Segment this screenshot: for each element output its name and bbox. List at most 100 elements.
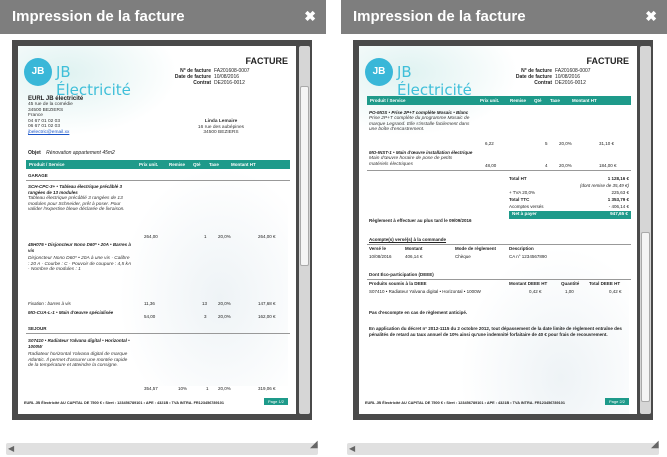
item-desc: S07410 • Radiateur Yalvana digital • Hor… xyxy=(28,338,130,349)
deposit-desc: CA n° 1234567890 xyxy=(509,254,547,259)
print-dialog-1: Impression de la facture ✖ JB JB Électri… xyxy=(0,0,326,457)
divider xyxy=(367,170,631,171)
titlebar[interactable]: Impression de la facture ✖ xyxy=(0,0,326,34)
item-tax: 20,0% xyxy=(218,234,231,239)
col-header: Montant DEEE HT xyxy=(509,281,548,286)
scroll-left-icon[interactable]: ◀ xyxy=(349,444,355,453)
total-value: 225,63 € xyxy=(611,190,629,195)
item-price: 11,36 xyxy=(144,301,155,306)
page-number: Page 1/2 xyxy=(263,398,288,405)
scroll-thumb[interactable] xyxy=(300,86,309,266)
item-qty: 4 xyxy=(545,163,548,168)
doc-title: FACTURE xyxy=(245,56,289,66)
client-line: 34500 BEZIERS xyxy=(203,130,239,136)
company-logo: JB JB Électricité xyxy=(24,58,144,99)
col-header: Total DEEE HT xyxy=(589,281,621,286)
divider xyxy=(26,180,290,181)
col-header: Produits soumis à la DEEE xyxy=(369,281,427,286)
item-detail-text: Tableau électrique précâblé 3 rangées de… xyxy=(28,196,125,213)
eco-title: Dont Éco-participation (DEEE) xyxy=(369,272,434,277)
item-price: 6,22 xyxy=(485,141,494,146)
horizontal-scrollbar[interactable]: ◀ xyxy=(6,443,318,455)
page-footer: EURL JB Électricité AU CAPITAL DE 7500 €… xyxy=(24,401,224,405)
total-value: 1 353,79 € xyxy=(607,197,629,202)
col-header: Taxe xyxy=(209,162,219,167)
item-desc: PO-MOS • Prise 2P+T complète Mosaic • Bl… xyxy=(369,110,469,115)
company-email[interactable]: jbelectric@email.xx xyxy=(28,130,83,136)
divider xyxy=(367,244,631,245)
close-icon[interactable]: ✖ xyxy=(645,8,657,25)
item-amount: 162,00 € xyxy=(258,314,276,319)
horizontal-scrollbar[interactable]: ◀ xyxy=(347,443,659,455)
page-number: Page 2/2 xyxy=(604,398,629,405)
total-label: Total TTC xyxy=(509,197,530,202)
item-qty: 3 xyxy=(204,314,207,319)
item-amount: 319,06 € xyxy=(258,386,276,391)
dialog-title: Impression de la facture xyxy=(12,8,185,25)
item-price: 48,00 xyxy=(485,163,497,168)
eco-product: S07410 • Radiateur Yalvana digital • Hor… xyxy=(369,289,481,294)
object-line: Objet Rénovation appartement 45m2 xyxy=(28,150,115,156)
invoice-meta: N° de facture FA201608-0007 Date de factu… xyxy=(168,68,292,87)
item-discount: 10% xyxy=(178,386,188,391)
item-tax: 20,0% xyxy=(218,386,231,391)
col-header: Montant xyxy=(405,246,423,251)
client-block: Linda Lemaire 16 rue des aubépines 34500… xyxy=(186,119,256,136)
item-qty: 5 xyxy=(545,141,548,146)
scroll-thumb[interactable] xyxy=(641,232,650,402)
invoice-page: JB JB Électricité FACTURE N° de facture F… xyxy=(18,46,296,414)
col-header: Taxe xyxy=(550,98,560,103)
item-tax: 20,0% xyxy=(559,163,572,168)
invoice-meta: N° de facture FA201608-0007 Date de factu… xyxy=(509,68,633,87)
col-header: Quantité xyxy=(561,281,580,286)
meta-key: Contrat xyxy=(534,80,552,87)
deposit-mode: Chèque xyxy=(455,254,471,259)
divider xyxy=(367,279,631,280)
net-label: Net à payer xyxy=(512,211,537,216)
section-label: SEJOUR xyxy=(28,326,47,331)
logo-icon: JB xyxy=(365,58,393,86)
item-price: 54,00 xyxy=(144,314,156,319)
section-label: GARAGE xyxy=(28,173,48,178)
object-label: Objet xyxy=(28,150,41,156)
eco-amount: 0,42 € xyxy=(529,289,542,294)
item-detail-text: Disjoncteur Nono D60* • 20A à une vis · … xyxy=(28,256,131,273)
scroll-left-icon[interactable]: ◀ xyxy=(8,444,14,453)
item-desc: SCH-CPC-3+ • Tableau électrique précâblé… xyxy=(28,184,123,195)
col-header: Produit / Service xyxy=(370,98,406,103)
pdf-viewer[interactable]: JB JB Électricité FACTURE N° de facture F… xyxy=(353,40,653,420)
item-detail-text: Main d'œuvre horaire de pose de petits m… xyxy=(369,156,453,167)
due-date-note: Règlement à effectuer au plus tard le 09… xyxy=(369,218,472,223)
total-row: (dont remise de 35,49 €) xyxy=(509,183,631,190)
resize-handle-icon[interactable]: ◢ xyxy=(651,439,663,453)
pdf-viewer[interactable]: JB JB Électricité FACTURE N° de facture F… xyxy=(12,40,312,420)
col-header: Qté xyxy=(534,98,542,103)
doc-title: FACTURE xyxy=(586,56,630,66)
vertical-scrollbar[interactable] xyxy=(299,46,310,414)
item-tax: 20,0% xyxy=(559,141,572,146)
item-tax: 20,0% xyxy=(218,314,231,319)
col-header: Versé le xyxy=(369,246,387,251)
vertical-scrollbar[interactable] xyxy=(640,46,651,414)
item-amount: 184,00 € xyxy=(599,163,617,168)
item-desc: MO-CUA-L-1 • Main d'œuvre spécialisée xyxy=(28,310,114,315)
no-discount-note: Pas d'escompte en cas de règlement antic… xyxy=(369,310,468,315)
item-qty: 13 xyxy=(202,301,208,306)
invoice-page: JB JB Électricité FACTURE N° de facture F… xyxy=(359,46,637,414)
resize-handle-icon[interactable]: ◢ xyxy=(310,439,322,453)
col-header: Prix unit. xyxy=(139,162,159,167)
col-header: Remise xyxy=(510,98,527,103)
item-amount: 264,00 € xyxy=(258,234,276,239)
col-header: Mode de règlement xyxy=(455,246,497,251)
company-block: EURL JB électricité 45 rue de la comédie… xyxy=(28,96,83,136)
close-icon[interactable]: ✖ xyxy=(304,8,316,25)
deposit-date: 10/08/2016 xyxy=(369,254,392,259)
titlebar[interactable]: Impression de la facture ✖ xyxy=(341,0,667,34)
logo-icon: JB xyxy=(24,58,52,86)
total-label: (dont remise de 35,49 €) xyxy=(579,183,629,188)
meta-value: DE2016-0012 xyxy=(214,80,245,87)
item-detail-text: Prise 2P+T complète du programme Mosaic … xyxy=(369,116,470,133)
company-logo: JB JB Électricité xyxy=(365,58,485,99)
total-value: - 406,14 € xyxy=(608,204,629,209)
legal-note: En application du décret n° 2012-1115 du… xyxy=(369,326,622,337)
